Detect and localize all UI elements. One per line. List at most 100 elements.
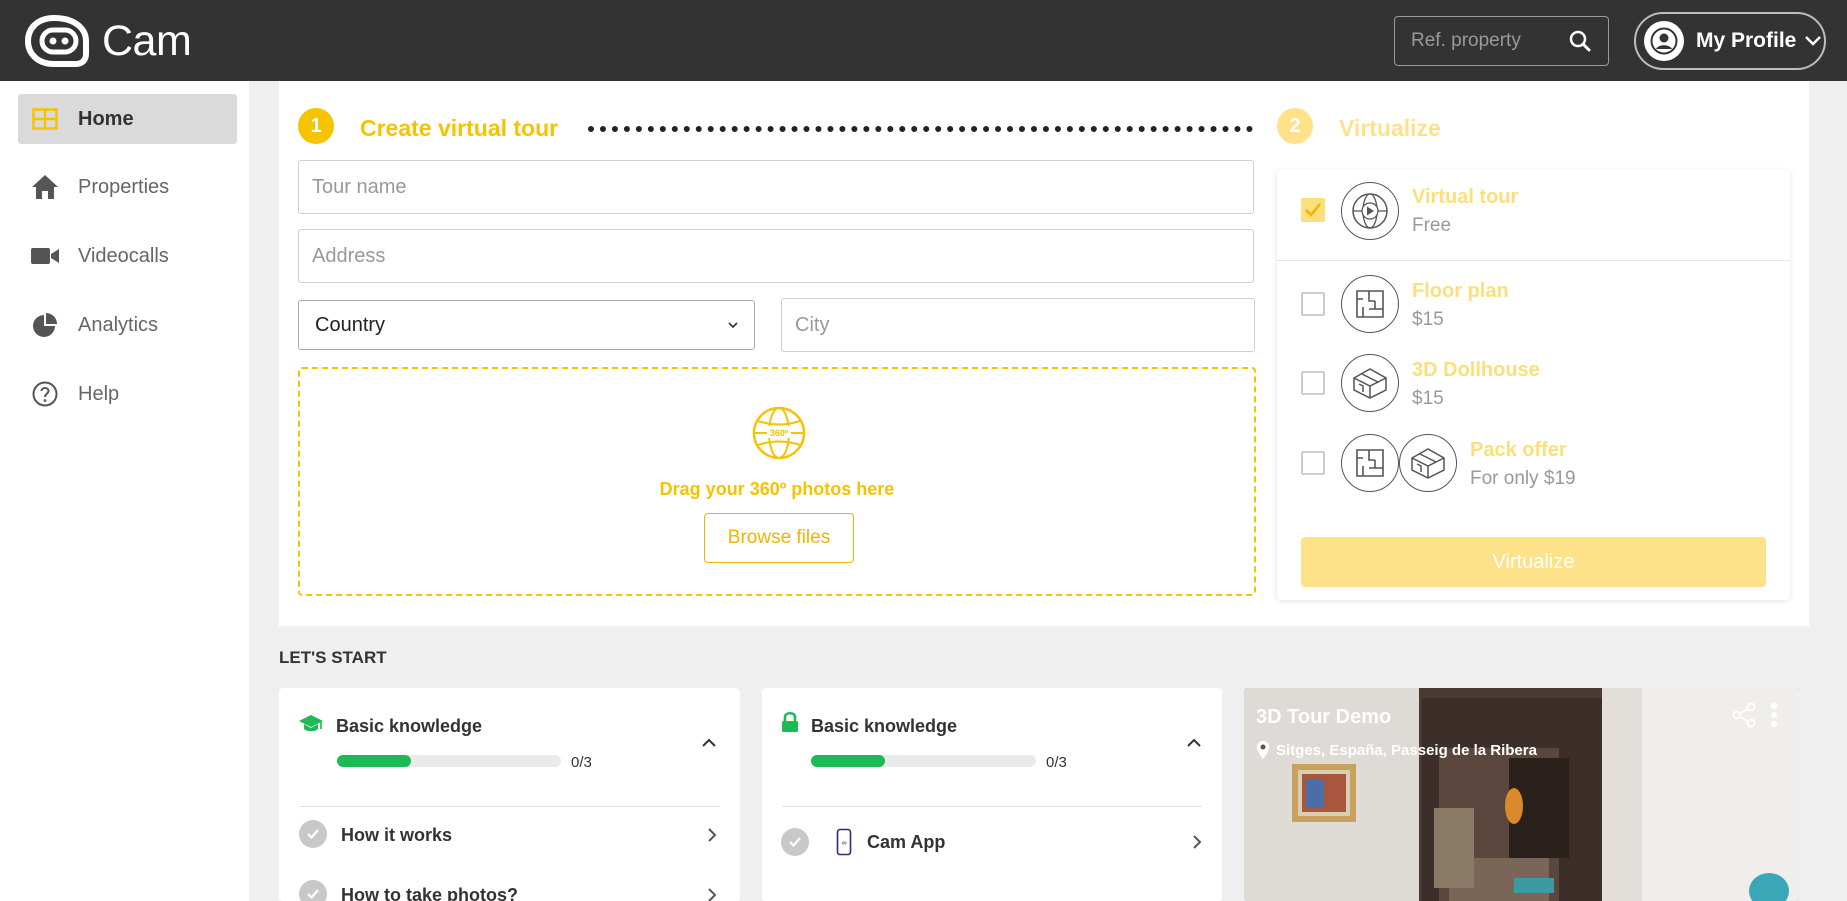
step-divider [588,126,1253,132]
divider [299,806,720,807]
house-icon [30,172,60,202]
option-subtitle: $15 [1412,388,1444,409]
tour-title: 3D Tour Demo [1256,706,1392,728]
divider [1277,260,1790,261]
video-icon [30,241,60,271]
floor-plan-icon [1341,275,1399,333]
grid-icon [30,104,60,134]
browse-files-button[interactable]: Browse files [704,513,854,563]
user-icon [1650,27,1678,55]
option-title: Virtual tour [1412,186,1519,208]
chevron-up-icon[interactable] [701,738,717,748]
city-field[interactable] [781,298,1255,352]
dropzone-text: Drag your 360º photos here [659,479,895,499]
sidebar-item-videocalls[interactable]: Videocalls [18,231,237,281]
progress-bar [811,755,1036,767]
address-input[interactable] [312,244,1240,268]
progress-count: 0/3 [571,754,592,771]
check-icon [1305,203,1321,217]
option-title: 3D Dollhouse [1412,359,1540,381]
tour-name-field[interactable] [298,160,1254,214]
pie-chart-icon [30,310,60,340]
option-title: Floor plan [1412,280,1509,302]
option-title: Pack offer [1470,439,1567,461]
check-circle-icon [299,820,327,848]
floor-plan-checkbox[interactable] [1301,292,1325,316]
tour-location: Sitges, España, Passeig de la Ribera [1276,742,1537,759]
help-icon [30,379,60,409]
address-field[interactable] [298,229,1254,283]
chevron-up-icon[interactable] [1186,738,1202,748]
virtualize-title: Virtualize [1339,115,1441,141]
globe-360-icon: 360º [752,406,806,460]
city-input[interactable] [795,313,1241,337]
floor-plan-icon [1341,434,1399,492]
dollhouse-icon [1341,354,1399,412]
avatar [1644,21,1684,61]
my-profile-button[interactable]: My Profile [1634,12,1826,70]
country-value: Country [315,313,386,336]
card-title: Basic knowledge [336,716,483,736]
location-pin-icon [1257,741,1269,759]
lesson-item[interactable]: Cam App [867,832,945,853]
more-options-icon[interactable] [1770,702,1778,728]
sidebar-item-help[interactable]: Help [18,369,237,419]
graduation-cap-icon [299,715,323,732]
sidebar-item-label: Videocalls [78,244,169,267]
logo-icon [24,14,89,67]
virtualize-button[interactable]: Virtualize [1301,537,1766,587]
option-subtitle: $15 [1412,309,1444,330]
learning-card: Basic knowledge 0/3 ∞ Cam App [762,688,1222,901]
pack-offer-checkbox[interactable] [1301,451,1325,475]
sidebar-item-label: Help [78,382,120,405]
svg-text:∞: ∞ [842,840,847,847]
step-1-badge: 1 [298,108,334,144]
sidebar-item-label: Properties [78,175,170,198]
section-heading: LET'S START [279,648,387,667]
progress-bar [337,755,561,767]
lesson-item[interactable]: How to take photos? [341,885,518,901]
photo-dropzone[interactable]: 360º Drag your 360º photos here Browse f… [298,367,1256,596]
chevron-right-icon[interactable] [707,827,717,843]
virtual-tour-checkbox[interactable] [1301,198,1325,222]
chevron-down-icon [1805,36,1822,46]
tour-name-input[interactable] [312,175,1240,199]
share-icon[interactable] [1731,702,1757,728]
sidebar: Home Properties Videocalls Analytics Hel… [0,81,249,901]
profile-label: My Profile [1696,29,1797,52]
chevron-right-icon[interactable] [1192,834,1202,850]
top-bar: Cam My Profile [0,0,1847,81]
search-icon[interactable] [1568,29,1592,53]
progress-count: 0/3 [1046,754,1067,771]
sidebar-item-label: Home [78,107,134,130]
lock-icon [782,711,798,732]
step-2-badge: 2 [1277,108,1313,144]
sidebar-item-analytics[interactable]: Analytics [18,300,237,350]
card-title: Basic knowledge [811,716,958,736]
chevron-right-icon[interactable] [707,887,717,901]
progress-fill [811,755,886,767]
tour-demo-card[interactable]: 3D Tour Demo Sitges, España, Passeig de … [1244,688,1799,901]
ref-property-search[interactable] [1394,16,1609,66]
sidebar-item-home[interactable]: Home [18,94,237,144]
brand-name: Cam [102,16,192,65]
country-select[interactable]: Country [298,300,755,350]
sidebar-item-properties[interactable]: Properties [18,162,237,212]
dollhouse-icon [1399,434,1457,492]
phone-icon: ∞ [836,828,852,856]
cam-logo[interactable]: Cam [24,14,192,68]
check-circle-icon [781,828,809,856]
option-subtitle: Free [1412,215,1452,236]
search-input[interactable] [1411,30,1561,52]
check-circle-icon [299,880,327,901]
virtual-tour-icon [1341,182,1399,240]
svg-text:360º: 360º [770,428,789,438]
learning-card: Basic knowledge 0/3 How it works How to … [279,688,740,901]
sidebar-item-label: Analytics [78,313,159,336]
progress-fill [337,755,411,767]
create-tour-title: Create virtual tour [360,115,559,141]
lesson-item[interactable]: How it works [341,825,452,846]
virtualize-options-panel: Virtual tour Free Floor plan $15 3D Doll… [1277,170,1790,600]
option-subtitle: For only $19 [1470,468,1576,489]
dollhouse-checkbox[interactable] [1301,371,1325,395]
